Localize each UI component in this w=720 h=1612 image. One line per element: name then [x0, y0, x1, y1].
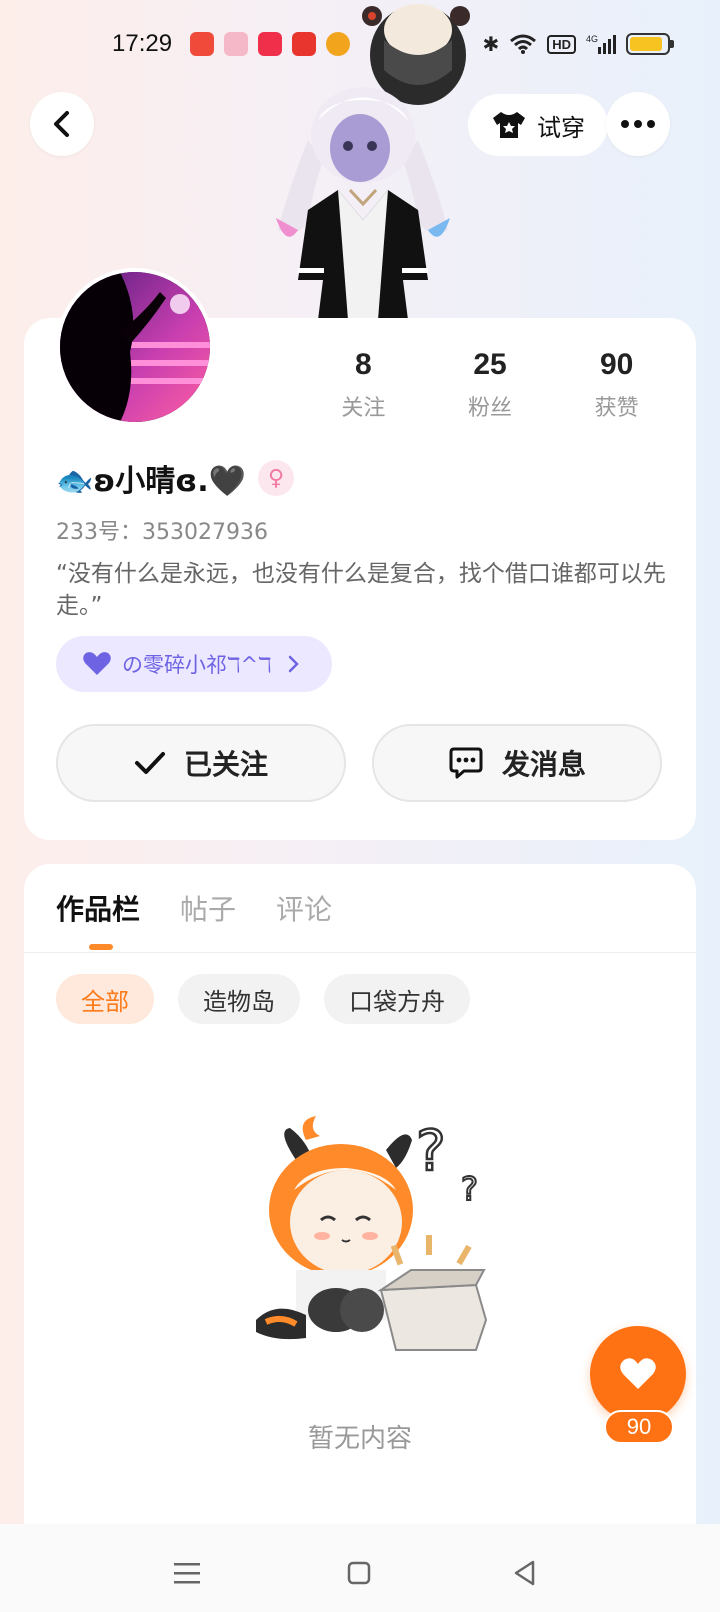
like-button[interactable]	[590, 1326, 686, 1422]
avatar[interactable]	[56, 268, 214, 426]
bluetooth-icon: ✱	[482, 32, 500, 56]
system-nav-bar	[0, 1524, 720, 1612]
followed-label: 已关注	[183, 748, 268, 781]
nickname-row: 🐟ʚ小晴ɞ.🖤 ♀	[56, 456, 294, 500]
more-dots-icon	[621, 120, 655, 128]
filter-creation-island[interactable]: 造物岛	[178, 974, 300, 1024]
stat-likes[interactable]: 90 获赞	[553, 348, 680, 422]
nickname: 🐟ʚ小晴ɞ.🖤	[56, 464, 246, 499]
stat-followers[interactable]: 25 粉丝	[427, 348, 554, 422]
like-count-badge: 90	[604, 1410, 674, 1444]
more-button[interactable]	[606, 92, 670, 156]
triangle-back-icon	[514, 1560, 535, 1586]
heart-app-icon	[224, 32, 248, 56]
back-button[interactable]	[30, 92, 94, 156]
status-right: ✱ HD 4G	[482, 32, 674, 56]
tab-works[interactable]: 作品栏	[56, 888, 140, 928]
news-app-icon	[292, 32, 316, 56]
filter-all[interactable]: 全部	[56, 974, 154, 1024]
stat-following[interactable]: 8 关注	[300, 348, 427, 422]
weibo-app-icon	[326, 32, 350, 56]
stat-label: 关注	[341, 396, 386, 421]
menu-nav-button[interactable]	[170, 1556, 204, 1590]
user-id: 233号：353027936	[56, 520, 268, 545]
filter-pocket-ark[interactable]: 口袋方舟	[324, 974, 470, 1024]
chat-bubble-icon	[449, 747, 483, 779]
battery-icon	[626, 33, 674, 55]
guild-chip[interactable]: の零碎小祁ℸ^ℸ	[56, 636, 332, 692]
wifi-icon	[510, 34, 537, 54]
stat-value: 90	[599, 348, 634, 381]
character-avatar-figure	[276, 87, 450, 320]
bio: “没有什么是永远，也没有什么是复合，找个借口谁都可以先走。”	[56, 561, 666, 619]
message-label: 发消息	[501, 748, 586, 781]
heart-icon	[620, 1358, 656, 1389]
message-button[interactable]: 发消息	[372, 724, 662, 802]
check-icon	[134, 752, 165, 774]
svg-text:?: ?	[461, 1170, 478, 1208]
svg-text:?: ?	[416, 1119, 446, 1184]
try-on-button[interactable]: 试穿	[468, 94, 608, 156]
status-time: 17:29	[112, 30, 173, 57]
profile-stats: 8 关注 25 粉丝 90 获赞	[300, 348, 680, 422]
stat-label: 粉丝	[468, 396, 513, 421]
music-app-icon	[190, 32, 214, 56]
stat-label: 获赞	[594, 396, 639, 421]
chevron-left-icon	[54, 111, 69, 137]
shirt-icon	[493, 112, 525, 138]
filter-chips: 全部 造物岛 口袋方舟	[56, 974, 470, 1024]
square-home-icon	[347, 1561, 371, 1585]
network-type: 4G	[586, 34, 598, 44]
hd-badge: HD	[547, 34, 576, 54]
tab-comments[interactable]: 评论	[276, 888, 332, 928]
works-tabs: 作品栏 帖子 评论	[56, 888, 332, 928]
heart-icon	[83, 652, 111, 675]
menu-icon	[174, 1563, 200, 1584]
empty-state-illustration: ? ?	[256, 1116, 488, 1351]
active-tab-indicator	[89, 944, 113, 950]
try-on-label: 试穿	[537, 113, 585, 142]
avatar-image	[60, 272, 210, 422]
female-icon: ♀	[258, 460, 294, 496]
followed-button[interactable]: 已关注	[56, 724, 346, 802]
signal-icon: 4G	[586, 34, 616, 54]
guild-name: の零碎小祁ℸ^ℸ	[122, 653, 272, 677]
tabs-divider	[24, 952, 696, 953]
home-nav-button[interactable]	[342, 1556, 376, 1590]
stat-value: 8	[354, 348, 372, 381]
stat-value: 25	[473, 348, 507, 381]
video-app-icon	[258, 32, 282, 56]
chevron-right-icon	[288, 655, 299, 673]
back-nav-button[interactable]	[508, 1556, 542, 1590]
tab-posts[interactable]: 帖子	[180, 888, 236, 928]
